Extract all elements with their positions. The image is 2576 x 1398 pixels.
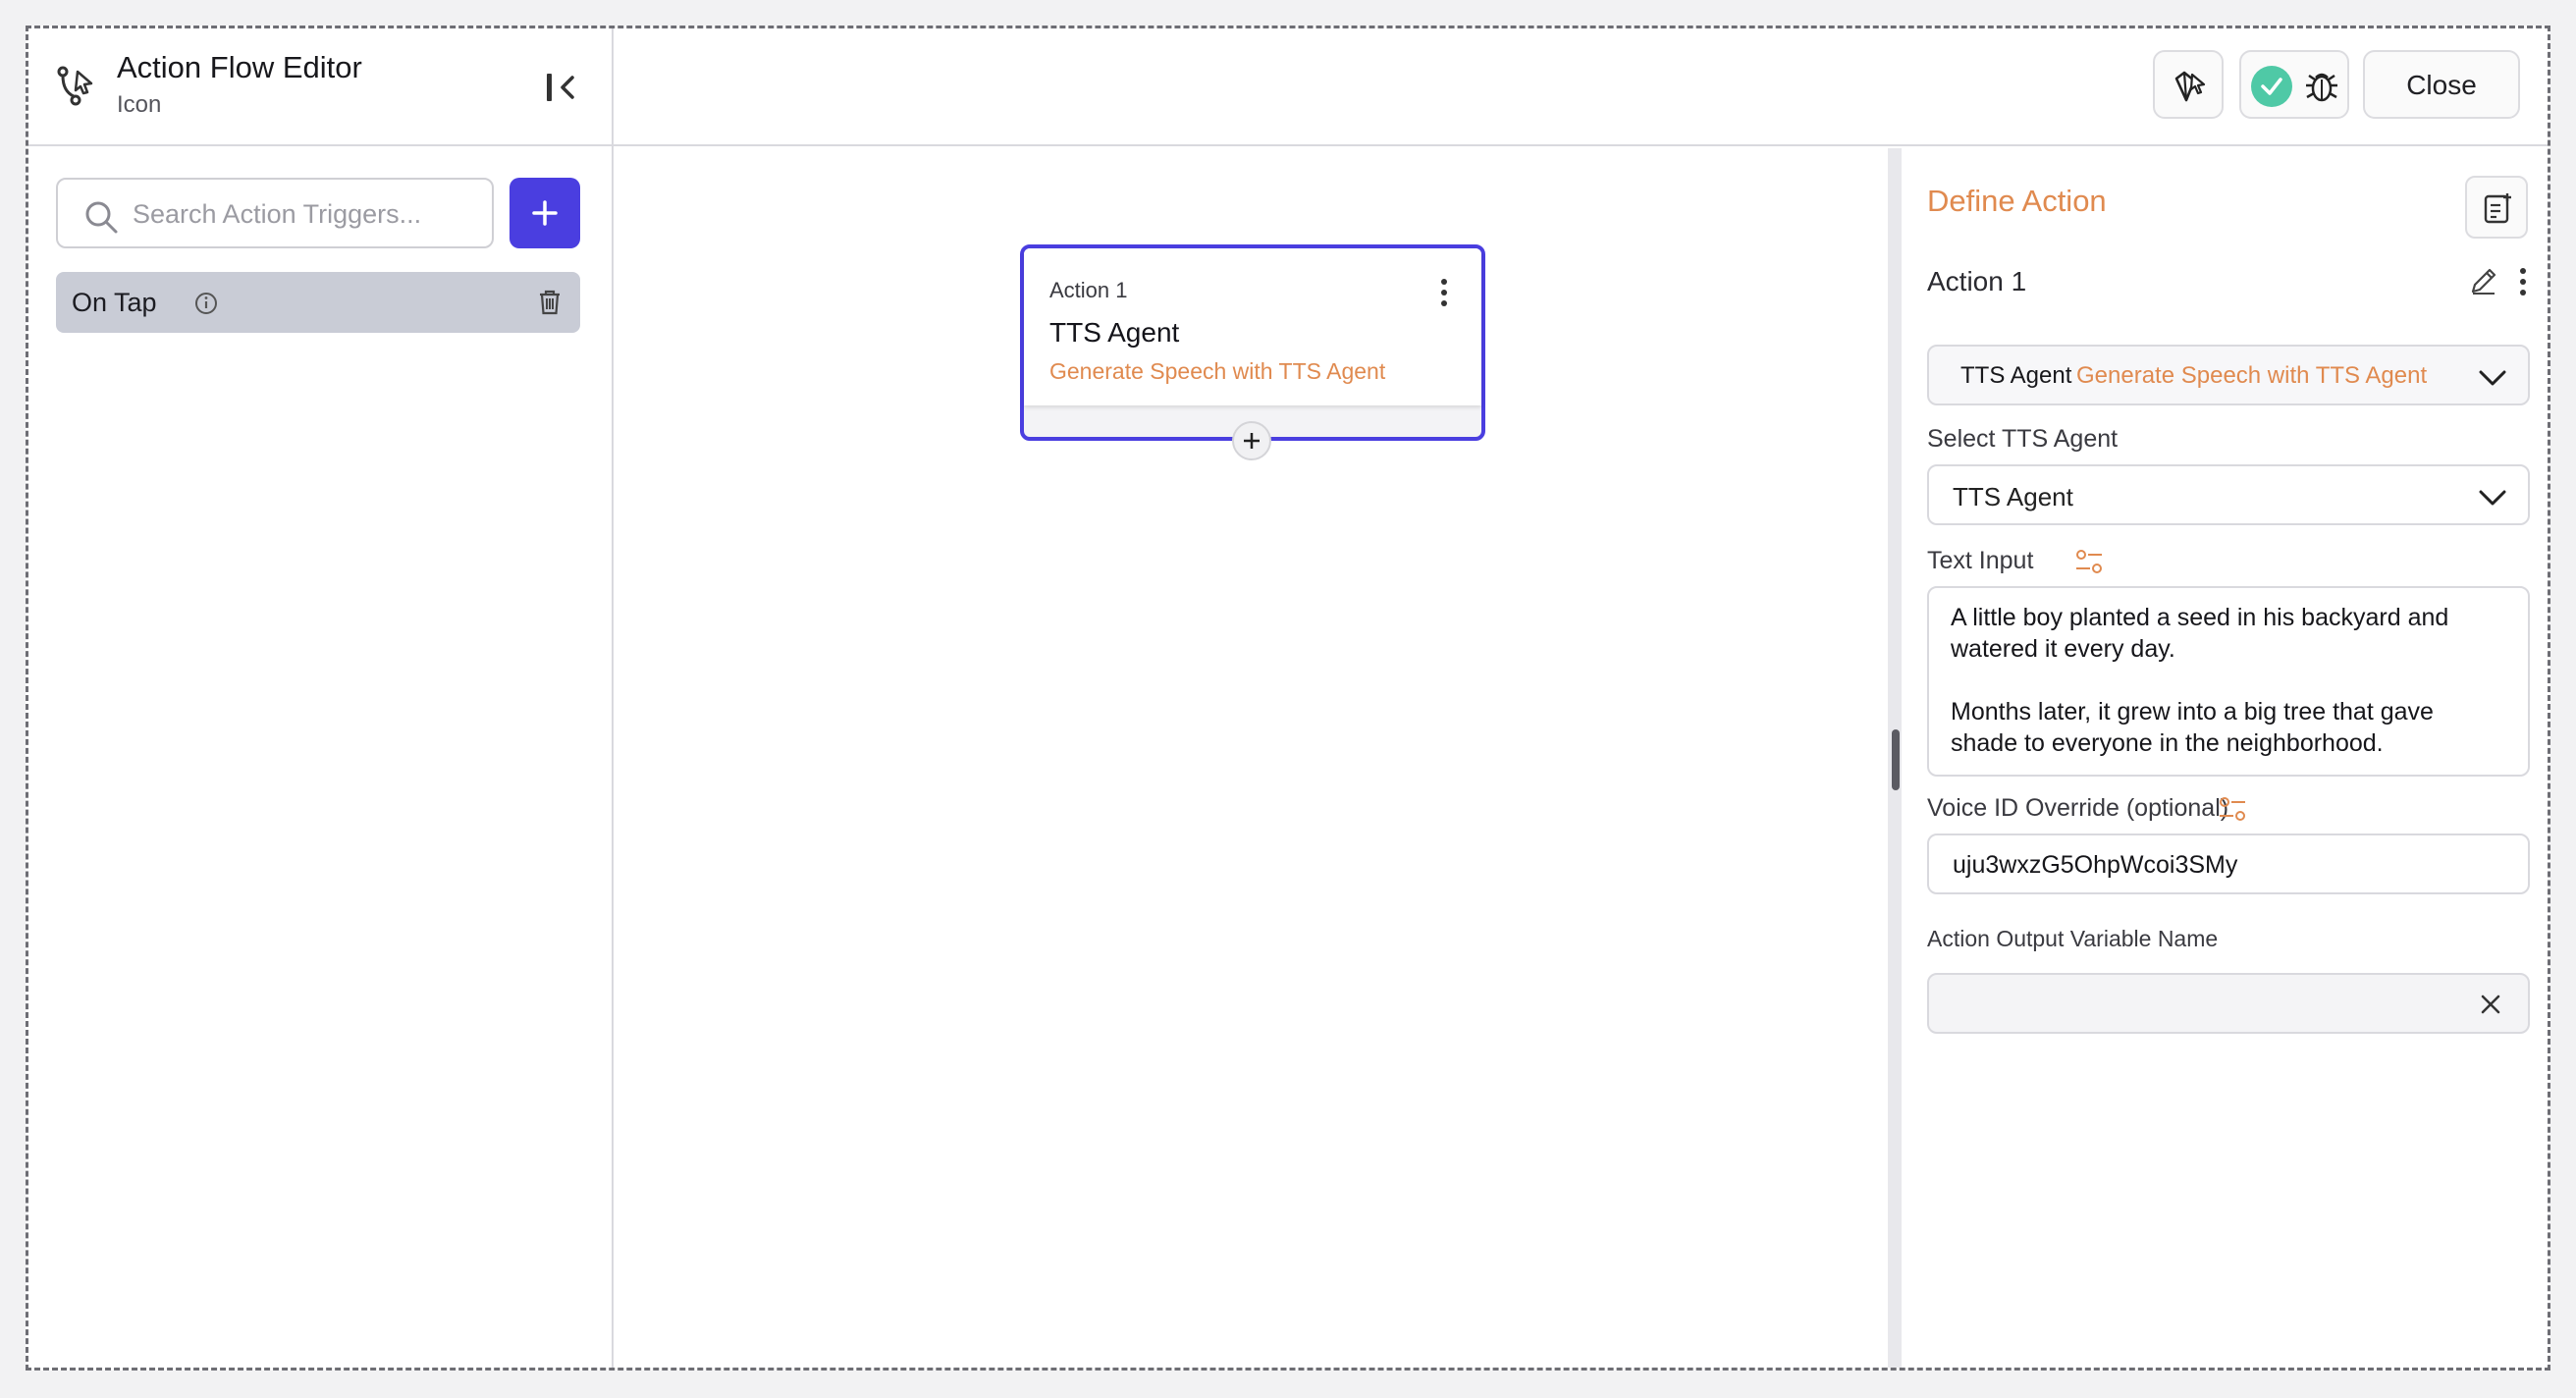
chevron-down-icon xyxy=(2479,490,2506,506)
trash-icon[interactable] xyxy=(535,288,564,317)
variable-sliders-icon[interactable] xyxy=(2218,794,2247,824)
resize-handle[interactable] xyxy=(1892,729,1900,790)
node-title: TTS Agent xyxy=(1049,317,1180,348)
status-group xyxy=(2239,50,2349,119)
triggers-sidebar: Action Flow Editor Icon On Tap xyxy=(28,28,614,1368)
edit-pencil-icon[interactable] xyxy=(2467,264,2500,297)
info-icon[interactable] xyxy=(193,291,219,316)
output-variable-field[interactable] xyxy=(1927,973,2530,1034)
chevron-down-icon xyxy=(2479,370,2506,386)
collapse-sidebar-icon[interactable] xyxy=(543,68,582,107)
variable-sliders-icon[interactable] xyxy=(2074,547,2104,576)
sidebar-header: Action Flow Editor Icon xyxy=(28,28,612,146)
action-notes-button[interactable] xyxy=(2465,176,2528,239)
ai-cursor-icon xyxy=(2174,71,2206,102)
search-icon xyxy=(85,201,118,234)
plus-icon xyxy=(532,200,558,226)
voice-id-value: uju3wxzG5OhpWcoi3SMy xyxy=(1953,851,2238,879)
action-name: Action 1 xyxy=(1927,266,2027,296)
select-tts-label: Select TTS Agent xyxy=(1927,425,2119,453)
editor-window: Action Flow Editor Icon On Tap xyxy=(26,26,2550,1371)
plus-icon xyxy=(1244,433,1260,449)
output-variable-label: Action Output Variable Name xyxy=(1927,926,2219,951)
text-input-label: Text Input xyxy=(1927,547,2034,574)
trigger-label: On Tap xyxy=(72,288,157,317)
close-label: Close xyxy=(2406,70,2477,100)
top-toolbar: Close xyxy=(614,28,2548,146)
action-node-card: Action 1 TTS Agent Generate Speech with … xyxy=(1024,248,1481,405)
action-node[interactable]: Action 1 TTS Agent Generate Speech with … xyxy=(1020,244,1485,460)
action-type-select[interactable]: TTS Agent Generate Speech with TTS Agent xyxy=(1927,345,2530,405)
document-add-icon xyxy=(2484,193,2511,224)
ai-assist-button[interactable] xyxy=(2153,50,2224,119)
search-triggers[interactable] xyxy=(56,178,494,248)
tts-agent-select[interactable]: TTS Agent xyxy=(1927,464,2530,525)
flow-canvas[interactable]: Action 1 TTS Agent Generate Speech with … xyxy=(614,148,1888,1368)
debug-bug-icon[interactable] xyxy=(2302,66,2341,105)
search-input[interactable] xyxy=(133,193,476,235)
node-label: Action 1 xyxy=(1049,278,1128,302)
node-more-icon[interactable] xyxy=(1436,276,1452,309)
add-trigger-button[interactable] xyxy=(510,178,580,248)
action-type-name: TTS Agent xyxy=(1960,362,2072,389)
voice-id-field[interactable]: uju3wxzG5OhpWcoi3SMy xyxy=(1927,833,2530,894)
page-title: Action Flow Editor xyxy=(117,50,362,84)
voice-id-label: Voice ID Override (optional) xyxy=(1927,794,2229,822)
define-action-panel: Define Action Action 1 TTS Agent Generat… xyxy=(1902,148,2548,1368)
panel-title: Define Action xyxy=(1927,184,2107,218)
action-more-icon[interactable] xyxy=(2516,266,2530,297)
text-input-field[interactable]: A little boy planted a seed in his backy… xyxy=(1927,586,2530,777)
node-subtitle: Generate Speech with TTS Agent xyxy=(1049,358,1386,384)
valid-status-icon xyxy=(2251,66,2292,107)
add-action-button[interactable] xyxy=(1232,421,1271,460)
close-icon[interactable] xyxy=(2477,991,2504,1018)
action-flow-icon xyxy=(57,66,93,106)
action-type-description: Generate Speech with TTS Agent xyxy=(2076,362,2428,389)
page-subtitle: Icon xyxy=(117,91,162,118)
close-button[interactable]: Close xyxy=(2363,50,2520,119)
trigger-item-on-tap[interactable]: On Tap xyxy=(56,272,580,333)
tts-agent-value: TTS Agent xyxy=(1953,482,2073,511)
